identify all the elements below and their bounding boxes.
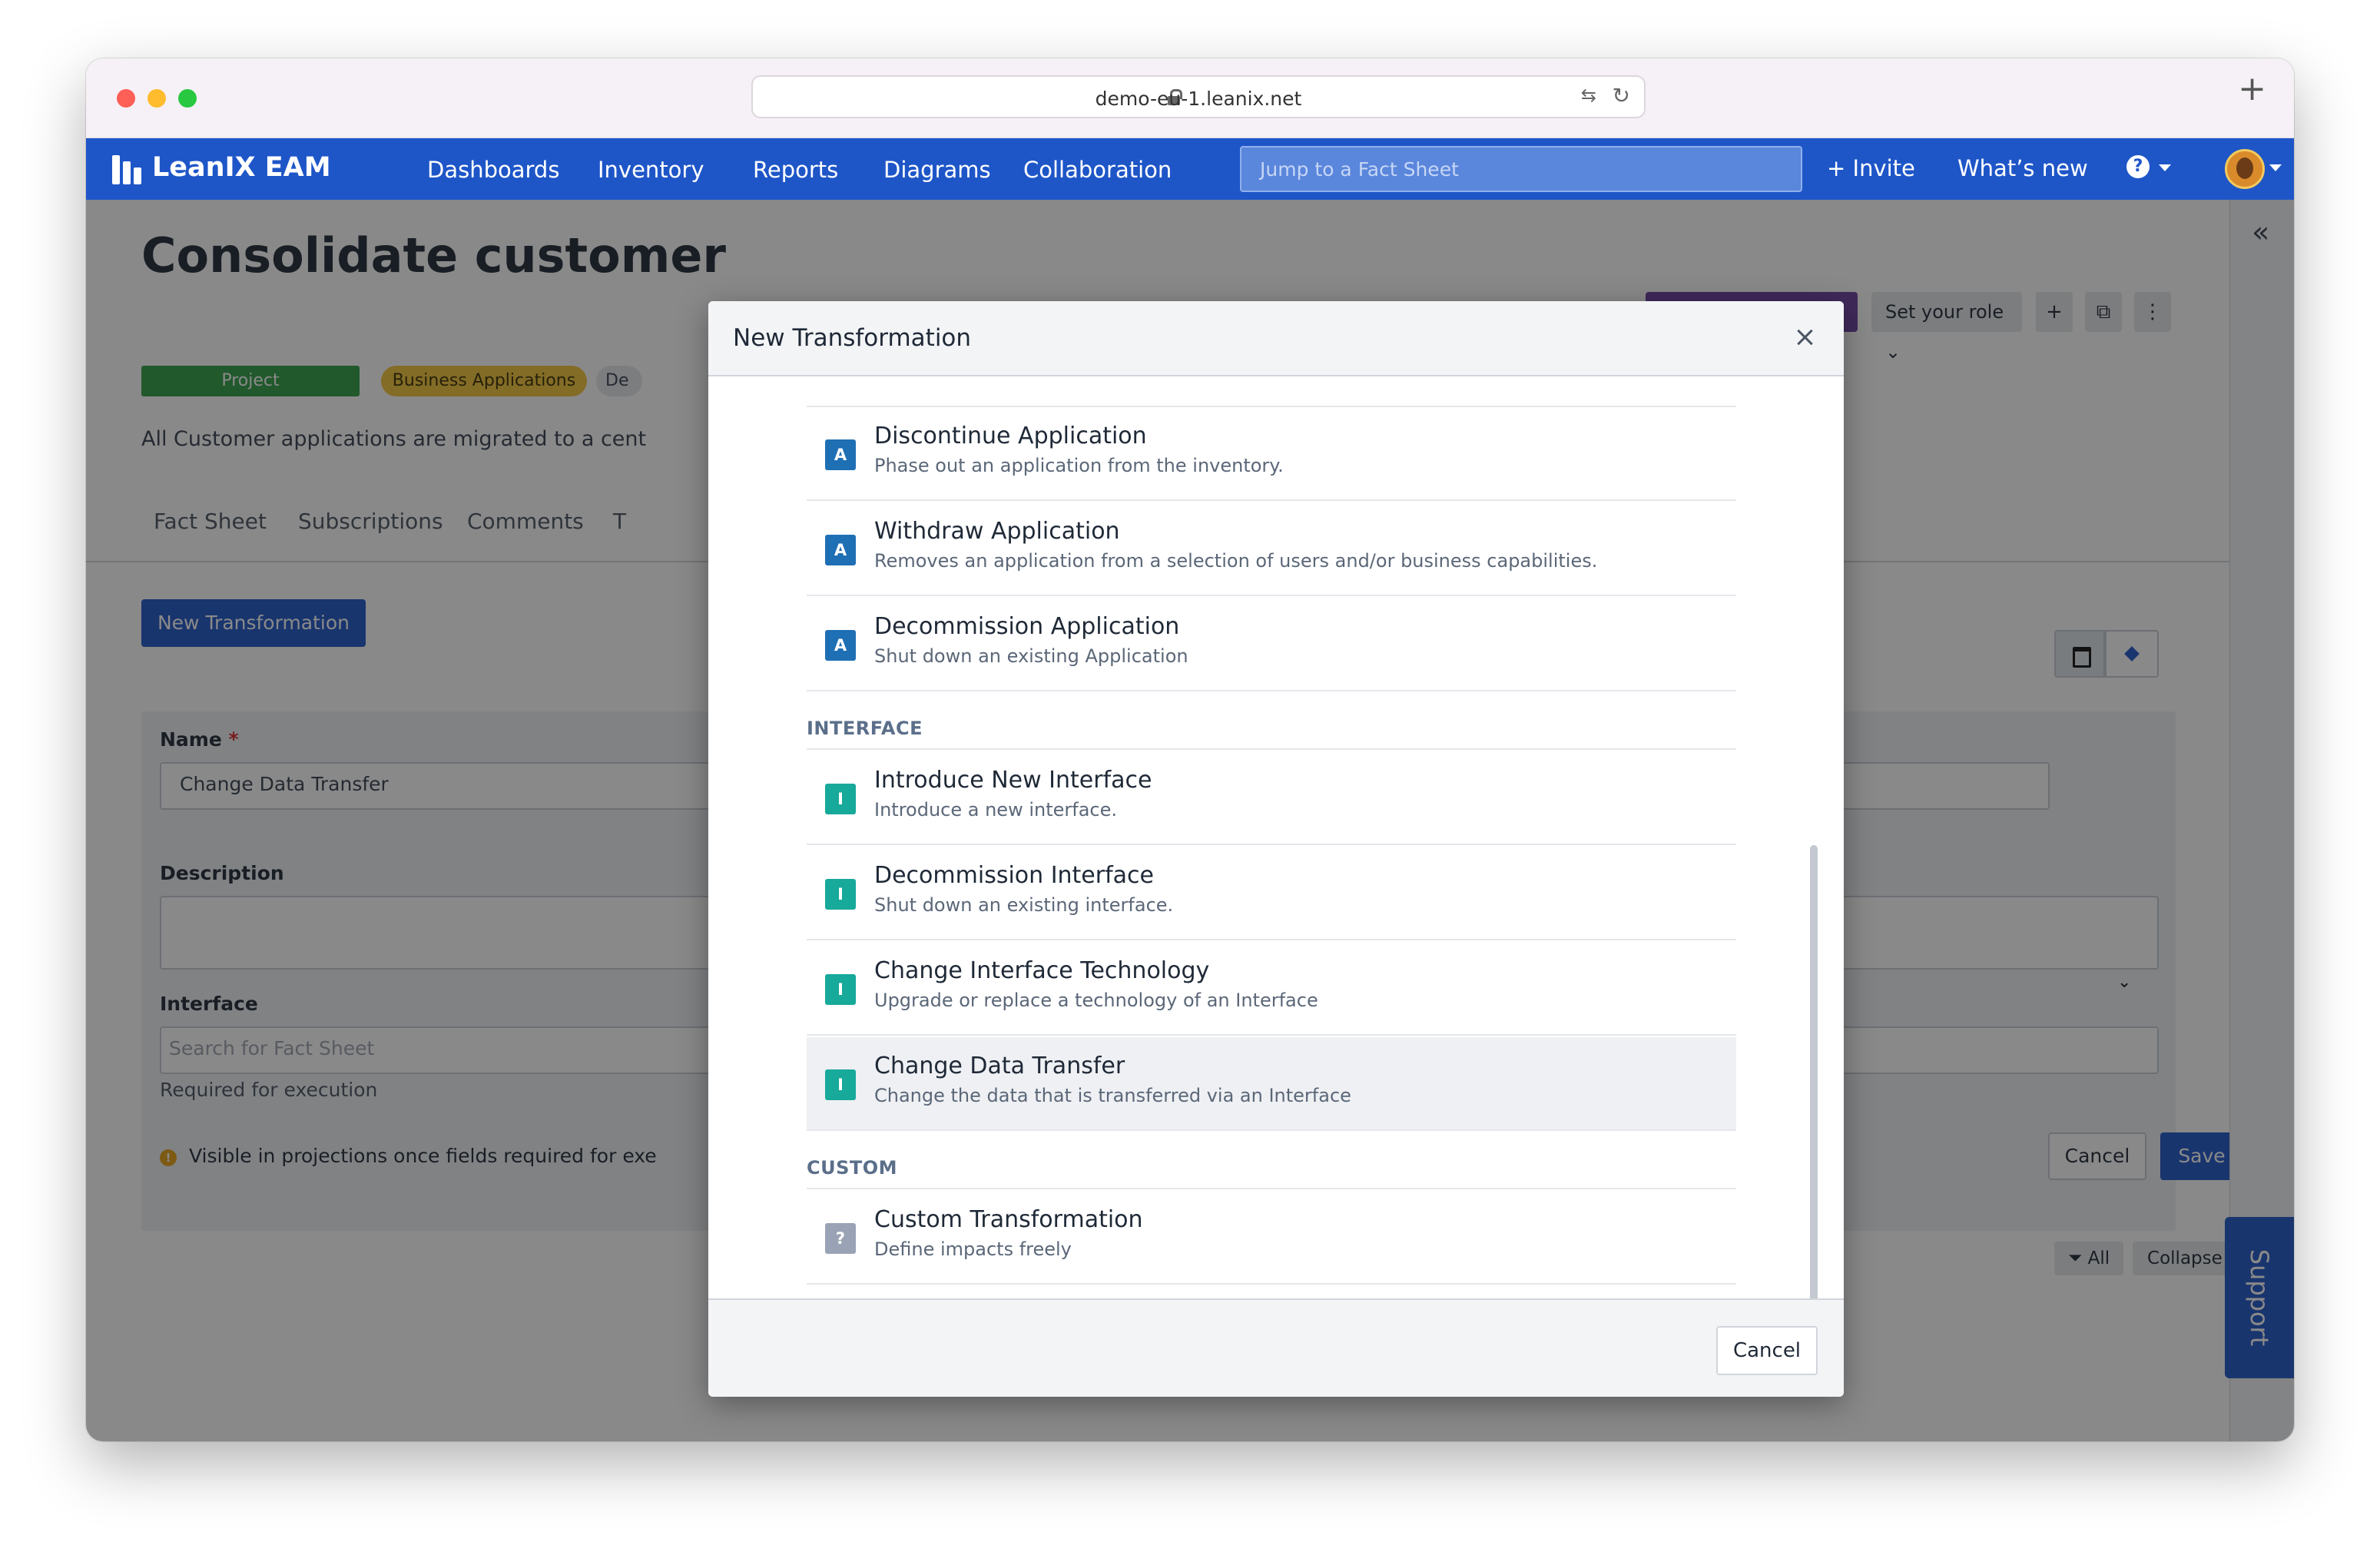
- interface-icon: I: [825, 784, 856, 814]
- interface-icon: I: [825, 879, 856, 910]
- close-window-button[interactable]: [117, 89, 135, 108]
- nav-inventory[interactable]: Inventory: [598, 157, 704, 183]
- list-item-discontinue-application[interactable]: A Discontinue Application Phase out an a…: [807, 407, 1736, 501]
- url-text: demo-eu-1.leanix.net: [1095, 88, 1302, 110]
- item-title: Discontinue Application: [874, 423, 1147, 449]
- help-icon[interactable]: ?: [2126, 155, 2150, 178]
- app-logo-text[interactable]: LeanIX EAM: [152, 152, 331, 183]
- item-description: Change the data that is transferred via …: [874, 1085, 1351, 1106]
- modal-footer: Cancel: [708, 1298, 1844, 1397]
- list-item-introduce-new-interface[interactable]: I Introduce New Interface Introduce a ne…: [807, 751, 1736, 845]
- new-transformation-modal: New Transformation A Discontinue Applica…: [708, 301, 1844, 1397]
- address-bar[interactable]: demo-eu-1.leanix.net ⇆ ↻: [751, 75, 1646, 118]
- app-navbar: LeanIX EAM Dashboards Inventory Reports …: [86, 138, 2294, 200]
- nav-collaboration[interactable]: Collaboration: [1023, 157, 1172, 183]
- item-description: Removes an application from a selection …: [874, 550, 1598, 572]
- section-heading-custom: CUSTOM: [807, 1132, 1736, 1189]
- modal-header: New Transformation: [708, 301, 1844, 376]
- application-icon: A: [825, 630, 856, 661]
- item-title: Custom Transformation: [874, 1206, 1143, 1233]
- chevron-down-icon: [2269, 164, 2282, 171]
- item-description: Shut down an existing Application: [874, 645, 1188, 667]
- chevron-down-icon: [2159, 164, 2171, 171]
- avatar[interactable]: [2225, 149, 2265, 189]
- new-tab-icon[interactable]: +: [2238, 72, 2266, 106]
- item-title: Decommission Application: [874, 613, 1180, 640]
- invite-button[interactable]: + Invite: [1827, 155, 1915, 181]
- application-icon: A: [825, 439, 856, 470]
- jump-to-fact-sheet-input[interactable]: Jump to a Fact Sheet: [1240, 146, 1802, 192]
- transformation-list: A Discontinue Application Phase out an a…: [708, 378, 1844, 1285]
- close-icon[interactable]: [1793, 326, 1816, 349]
- browser-titlebar: demo-eu-1.leanix.net ⇆ ↻ +: [86, 58, 2294, 138]
- nav-reports[interactable]: Reports: [753, 157, 838, 183]
- nav-diagrams[interactable]: Diagrams: [883, 157, 991, 183]
- maximize-window-button[interactable]: [178, 89, 197, 108]
- list-item-withdraw-application[interactable]: A Withdraw Application Removes an applic…: [807, 502, 1736, 596]
- item-description: Define impacts freely: [874, 1238, 1072, 1260]
- item-description: Introduce a new interface.: [874, 799, 1117, 821]
- item-description: Phase out an application from the invent…: [874, 455, 1284, 476]
- item-title: Decommission Interface: [874, 862, 1154, 889]
- section-label: CUSTOM: [807, 1157, 898, 1179]
- list-item-decommission-interface[interactable]: I Decommission Interface Shut down an ex…: [807, 847, 1736, 940]
- item-title: Withdraw Application: [874, 518, 1120, 545]
- interface-icon: I: [825, 974, 856, 1005]
- list-item-custom-transformation[interactable]: ? Custom Transformation Define impacts f…: [807, 1191, 1736, 1285]
- item-title: Change Data Transfer: [874, 1053, 1125, 1079]
- interface-icon: I: [825, 1069, 856, 1100]
- leanix-logo-icon: [112, 155, 141, 184]
- minimize-window-button[interactable]: [148, 89, 166, 108]
- translate-icon[interactable]: ⇆: [1581, 85, 1596, 106]
- item-description: Shut down an existing interface.: [874, 894, 1174, 916]
- section-heading-interface: INTERFACE: [807, 693, 1736, 750]
- modal-cancel-button[interactable]: Cancel: [1716, 1326, 1818, 1375]
- item-title: Introduce New Interface: [874, 767, 1152, 794]
- modal-title: New Transformation: [733, 324, 972, 352]
- item-description: Upgrade or replace a technology of an In…: [874, 990, 1318, 1011]
- list-item-change-data-transfer[interactable]: I Change Data Transfer Change the data t…: [807, 1037, 1736, 1131]
- nav-dashboards[interactable]: Dashboards: [427, 157, 559, 183]
- reload-icon[interactable]: ↻: [1613, 83, 1630, 108]
- application-icon: A: [825, 535, 856, 565]
- browser-window: demo-eu-1.leanix.net ⇆ ↻ + LeanIX EAM Da…: [86, 58, 2294, 1441]
- section-label: INTERFACE: [807, 718, 923, 739]
- list-item-change-interface-technology[interactable]: I Change Interface Technology Upgrade or…: [807, 942, 1736, 1036]
- list-item-decommission-application[interactable]: A Decommission Application Shut down an …: [807, 598, 1736, 691]
- whats-new-link[interactable]: What’s new: [1957, 155, 2088, 181]
- item-title: Change Interface Technology: [874, 957, 1210, 984]
- custom-icon: ?: [825, 1223, 856, 1254]
